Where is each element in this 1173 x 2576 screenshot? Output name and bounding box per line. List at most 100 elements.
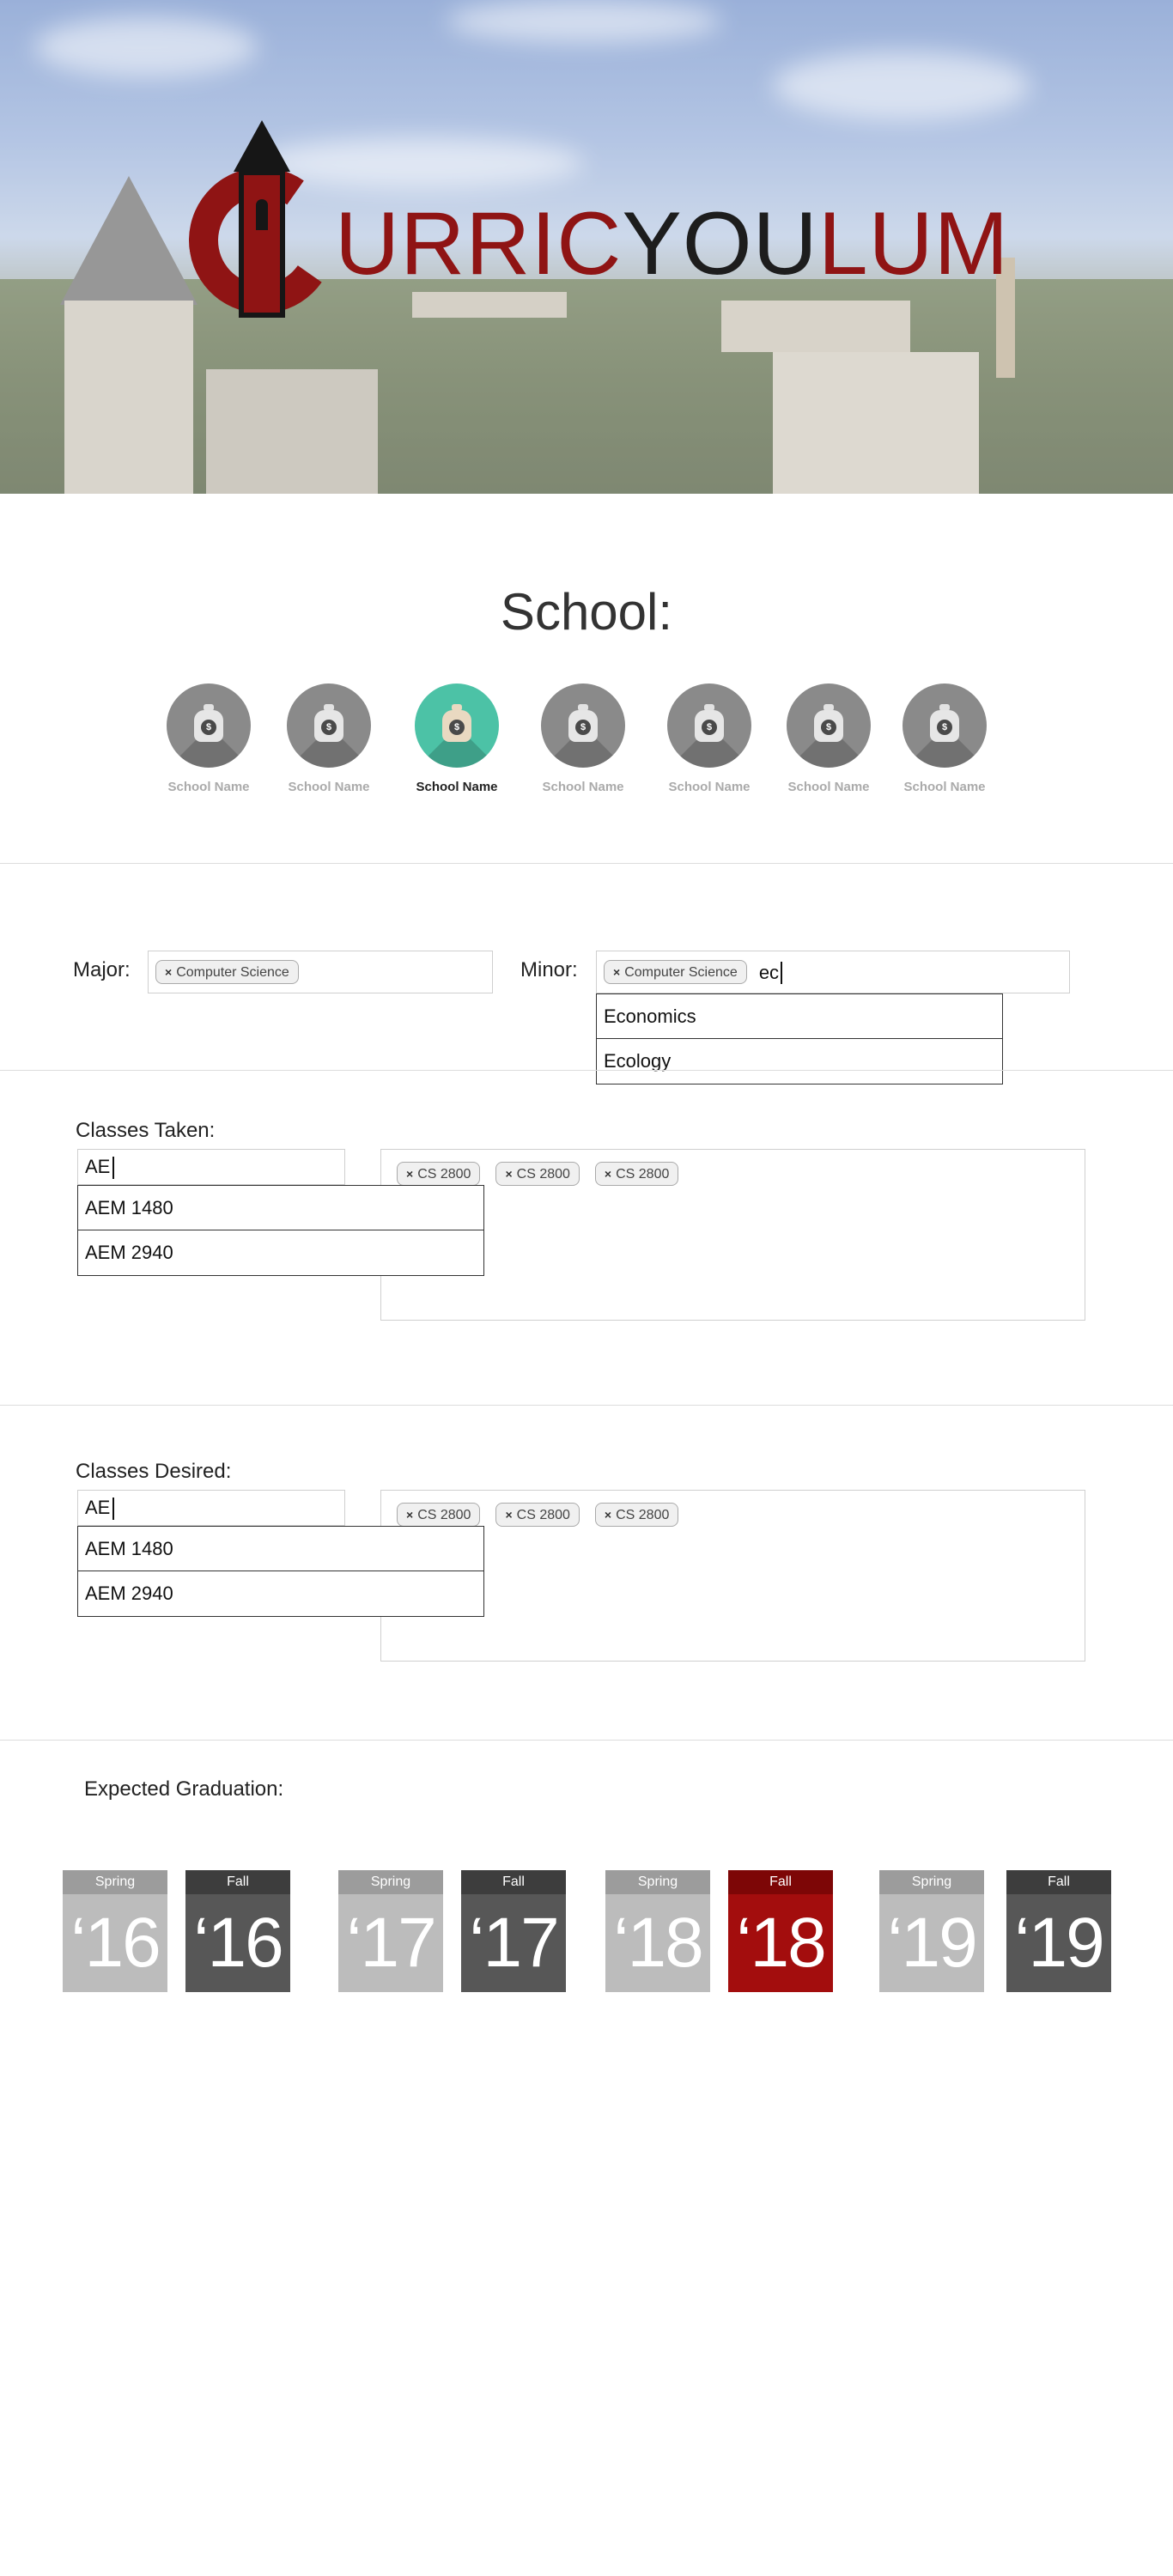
graduation-year-label: ‘16 [63,1894,167,1992]
tag-label: CS 2800 [417,1508,471,1522]
graduation-season-label: Fall [461,1870,566,1894]
classes-taken-input-value: AE [85,1156,111,1177]
remove-tag-icon[interactable]: × [613,965,620,979]
tag-chip[interactable]: × CS 2800 [594,1503,679,1527]
curricyoulum-logo: URRICYOULUM [177,120,1008,343]
graduation-season-label: Spring [605,1870,710,1894]
expected-graduation-label: Expected Graduation: [84,1777,284,1801]
school-name-label: School Name [288,780,370,794]
dollar-sign: $ [821,720,836,735]
graduation-season-label: Spring [338,1870,443,1894]
clock-tower-icon [234,120,290,318]
remove-tag-icon[interactable]: × [605,1167,611,1181]
suggestion-option[interactable]: AEM 1480 [78,1186,483,1230]
classes-taken-input[interactable]: AE [77,1149,345,1185]
graduation-season-label: Spring [879,1870,984,1894]
money-bag-icon: $ [930,704,959,742]
graduation-option[interactable]: Fall ‘19 [1006,1870,1111,1992]
graduation-option[interactable]: Spring ‘19 [879,1870,984,1992]
school-icon-circle[interactable]: $ [541,683,625,768]
tag-label: CS 2800 [616,1508,670,1522]
graduation-option[interactable]: Fall ‘17 [461,1870,566,1992]
graduation-option[interactable]: Fall ‘18 [728,1870,833,1992]
school-name-label: School Name [668,780,751,794]
minor-input[interactable]: × Computer Science ec [596,951,1070,993]
graduation-option[interactable]: Spring ‘18 [605,1870,710,1992]
tag-chip[interactable]: × Computer Science [155,960,299,984]
graduation-year-label: ‘16 [185,1894,290,1992]
school-name-label: School Name [787,780,870,794]
tag-chip[interactable]: × CS 2800 [397,1162,481,1186]
graduation-option[interactable]: Spring ‘16 [63,1870,167,1992]
dollar-sign: $ [702,720,717,735]
section-divider [0,1740,1173,1741]
graduation-year-label: ‘18 [605,1894,710,1992]
logo-text-part: URRIC [335,194,623,294]
school-name-label: School Name [903,780,986,794]
remove-tag-icon[interactable]: × [505,1167,512,1181]
graduation-year-label: ‘19 [879,1894,984,1992]
suggestion-option[interactable]: AEM 2940 [78,1230,483,1275]
remove-tag-icon[interactable]: × [605,1508,611,1522]
classes-desired-label: Classes Desired: [76,1460,232,1483]
remove-tag-icon[interactable]: × [505,1508,512,1522]
school-icon-circle[interactable]: $ [667,683,751,768]
school-option[interactable]: $ School Name [149,683,269,794]
graduation-option[interactable]: Spring ‘17 [338,1870,443,1992]
remove-tag-icon[interactable]: × [165,965,172,979]
school-name-label: School Name [167,780,250,794]
dollar-sign: $ [321,720,337,735]
graduation-year-label: ‘19 [1006,1894,1111,1992]
school-option[interactable]: $ School Name [397,683,517,794]
school-section-title: School: [500,583,673,641]
school-name-label: School Name [416,780,498,794]
major-input[interactable]: × Computer Science [148,951,493,993]
school-option[interactable]: $ School Name [649,683,769,794]
tag-label: Computer Science [176,965,289,980]
logo-text-part: YOU [622,194,818,294]
school-option[interactable]: $ School Name [523,683,643,794]
school-icon-circle[interactable]: $ [903,683,987,768]
school-icon-circle[interactable]: $ [415,683,499,768]
tag-chip[interactable]: × CS 2800 [495,1503,580,1527]
graduation-year-label: ‘18 [728,1894,833,1992]
money-bag-icon: $ [814,704,843,742]
suggestion-option[interactable]: AEM 2940 [78,1571,483,1616]
money-bag-icon: $ [568,704,598,742]
tag-chip[interactable]: × CS 2800 [594,1162,679,1186]
suggestion-option[interactable]: Economics [597,994,1002,1039]
school-option[interactable]: $ School Name [769,683,889,794]
money-bag-icon: $ [194,704,223,742]
section-divider [0,1405,1173,1406]
graduation-year-label: ‘17 [461,1894,566,1992]
graduation-season-label: Fall [185,1870,290,1894]
graduation-year-label: ‘17 [338,1894,443,1992]
school-icon-circle[interactable]: $ [787,683,871,768]
remove-tag-icon[interactable]: × [406,1508,413,1522]
school-option[interactable]: $ School Name [269,683,389,794]
classes-taken-suggestions-dropdown: AEM 1480 AEM 2940 [77,1185,484,1276]
tag-label: Computer Science [624,965,738,980]
tag-chip[interactable]: × CS 2800 [397,1503,481,1527]
suggestion-option[interactable]: Ecology [597,1039,1002,1084]
dollar-sign: $ [201,720,216,735]
section-divider [0,1070,1173,1071]
minor-typed-text: ec [759,962,783,984]
logo-wordmark: URRICYOULUM [335,199,1009,289]
minor-label: Minor: [520,958,578,981]
hero-banner: URRICYOULUM [0,0,1173,494]
remove-tag-icon[interactable]: × [406,1167,413,1181]
classes-desired-input[interactable]: AE [77,1490,345,1526]
graduation-option[interactable]: Fall ‘16 [185,1870,290,1992]
money-bag-icon: $ [695,704,724,742]
money-bag-icon: $ [314,704,343,742]
classes-taken-label: Classes Taken: [76,1119,216,1142]
school-icon-circle[interactable]: $ [287,683,371,768]
school-option[interactable]: $ School Name [884,683,1005,794]
tag-chip[interactable]: × CS 2800 [495,1162,580,1186]
graduation-season-label: Fall [728,1870,833,1894]
suggestion-option[interactable]: AEM 1480 [78,1527,483,1571]
school-icon-circle[interactable]: $ [167,683,251,768]
tag-chip[interactable]: × Computer Science [604,960,747,984]
tag-label: CS 2800 [616,1167,670,1182]
